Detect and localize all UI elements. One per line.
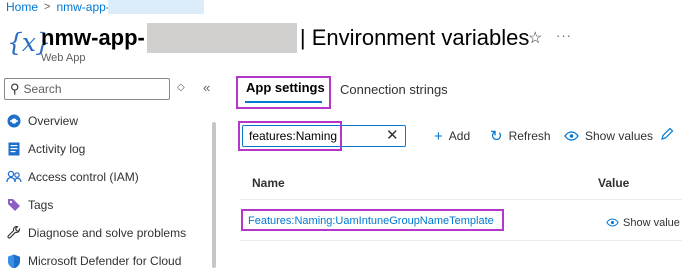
refresh-icon: ↻ xyxy=(490,128,503,145)
sidebar-item-diagnose[interactable]: Diagnose and solve problems xyxy=(6,222,186,244)
resource-type: Web App xyxy=(41,52,86,64)
divider xyxy=(240,240,682,241)
activity-log-icon xyxy=(6,141,22,157)
sidebar-item-label: Access control (IAM) xyxy=(28,170,139,184)
divider xyxy=(240,199,682,200)
edit-button[interactable] xyxy=(660,127,680,145)
people-icon xyxy=(6,169,22,185)
breadcrumb-app[interactable]: nmw-app- xyxy=(56,0,109,14)
sidebar-item-activity-log[interactable]: Activity log xyxy=(6,138,85,160)
column-header-value[interactable]: Value xyxy=(598,176,629,190)
app-name: nmw-app- xyxy=(41,25,145,50)
search-placeholder: Search xyxy=(23,82,62,96)
sidebar-item-overview[interactable]: Overview xyxy=(6,110,78,132)
highlight-box xyxy=(236,76,331,109)
search-icon: ⚲ xyxy=(10,81,20,96)
eye-icon xyxy=(564,128,579,145)
highlight-box xyxy=(241,209,504,231)
star-icon[interactable]: ☆ xyxy=(528,28,542,48)
highlight-box xyxy=(238,121,342,151)
page-title-text: | Environment variables xyxy=(299,25,530,50)
refresh-label: Refresh xyxy=(508,129,551,143)
breadcrumb: Home > nmw-app- xyxy=(6,0,204,14)
clear-filter-icon[interactable]: ✕ xyxy=(386,126,399,144)
page-title: nmw-app- | Environment variables xyxy=(41,23,529,53)
plus-icon: + xyxy=(434,127,443,145)
show-values-button[interactable]: Show values xyxy=(564,128,653,144)
wrench-icon xyxy=(6,225,22,241)
shield-icon xyxy=(6,253,22,268)
sidebar-scrollbar[interactable] xyxy=(212,122,216,268)
refresh-button[interactable]: ↻ Refresh xyxy=(490,128,551,145)
sidebar-item-label: Overview xyxy=(28,114,79,128)
sidebar-item-access-control[interactable]: Access control (IAM) xyxy=(6,166,139,188)
show-value-label: Show value xyxy=(623,216,680,229)
overview-icon xyxy=(6,113,22,129)
add-button[interactable]: + Add xyxy=(434,127,471,145)
add-label: Add xyxy=(448,129,471,143)
collapse-sidebar-icon[interactable]: « xyxy=(203,80,210,95)
redacted-block xyxy=(146,23,297,53)
breadcrumb-separator: > xyxy=(44,1,51,13)
sort-icon[interactable]: ◇ xyxy=(177,82,185,93)
sidebar-item-label: Microsoft Defender for Cloud xyxy=(28,254,182,268)
sidebar-item-tags[interactable]: Tags xyxy=(6,194,53,216)
tab-connection-strings[interactable]: Connection strings xyxy=(340,82,448,97)
redacted-block xyxy=(107,0,204,14)
show-values-label: Show values xyxy=(585,129,654,143)
breadcrumb-home[interactable]: Home xyxy=(6,0,38,14)
sidebar-item-defender[interactable]: Microsoft Defender for Cloud xyxy=(6,250,181,268)
pencil-icon xyxy=(660,127,674,145)
sidebar-item-label: Activity log xyxy=(28,142,86,156)
eye-icon xyxy=(606,215,619,230)
sidebar-item-label: Tags xyxy=(28,198,54,212)
more-options-icon[interactable]: ··· xyxy=(556,28,572,43)
column-header-name[interactable]: Name xyxy=(252,176,285,190)
show-value-button[interactable]: Show value xyxy=(606,215,680,230)
tag-icon xyxy=(6,197,22,213)
sidebar-item-label: Diagnose and solve problems xyxy=(28,226,187,240)
sidebar-search-input[interactable]: ⚲ Search xyxy=(4,78,170,100)
